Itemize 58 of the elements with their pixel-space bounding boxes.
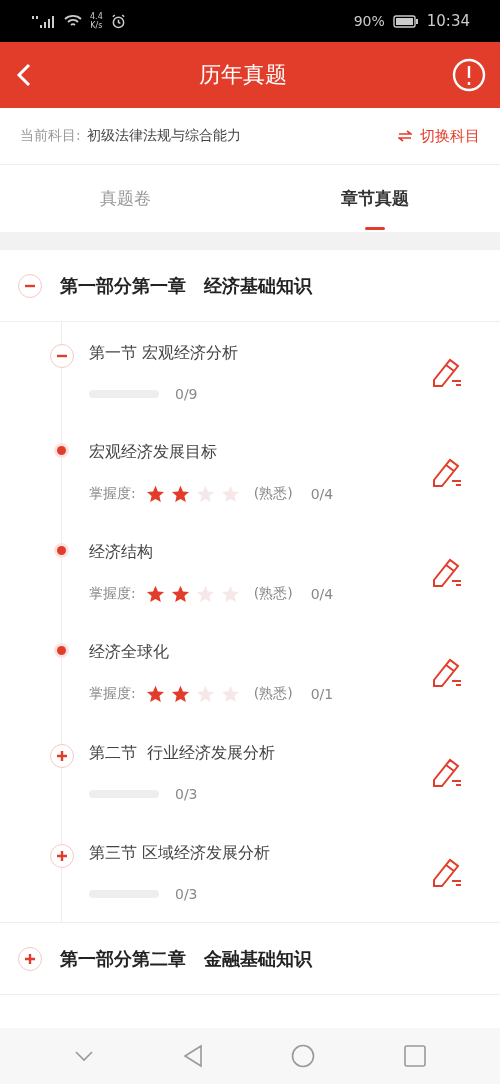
tab-indicator: [365, 227, 385, 230]
switch-subject-button[interactable]: 切换科目: [398, 126, 480, 146]
bullet-dot: [57, 446, 66, 455]
pencil-icon[interactable]: [430, 456, 464, 488]
expand-icon[interactable]: [50, 744, 74, 768]
question-count: 0/1: [310, 685, 334, 702]
star-icon: [170, 584, 190, 603]
pencil-icon[interactable]: [430, 856, 464, 888]
signal-icon: [30, 14, 56, 28]
section-title[interactable]: 第三节 区域经济发展分析: [89, 842, 430, 864]
pencil-icon[interactable]: [430, 556, 464, 588]
question-count: 0/4: [310, 585, 334, 602]
mastery-label: 掌握度:: [89, 484, 136, 503]
section-title[interactable]: 第一节 宏观经济分析: [89, 342, 430, 364]
chapter-title[interactable]: 第一部分第二章 金融基础知识: [60, 946, 312, 971]
question-count: 0/3: [175, 885, 198, 902]
star-icon: [145, 584, 165, 603]
battery-icon: [392, 14, 419, 28]
star-icon: [170, 484, 190, 503]
collapse-icon[interactable]: [18, 273, 42, 298]
star-icon: [145, 684, 165, 703]
mastery-text: (熟悉): [253, 484, 293, 503]
clock-time: 10:34: [426, 12, 470, 30]
subject-value: 初级法律法规与综合能力: [86, 127, 242, 145]
hide-icon[interactable]: [74, 1050, 95, 1062]
question-count: 0/3: [175, 785, 198, 802]
pencil-icon[interactable]: [430, 756, 464, 788]
subject-label: 当前科目:: [20, 127, 81, 145]
topic-title[interactable]: 宏观经济发展目标: [89, 441, 430, 463]
star-icon: [170, 684, 190, 703]
topic-title[interactable]: 经济全球化: [89, 641, 430, 663]
wifi-icon: [64, 14, 82, 28]
expand-icon[interactable]: [18, 946, 42, 971]
alarm-icon: [110, 13, 126, 29]
question-count: 0/4: [310, 485, 334, 502]
page-title: 历年真题: [199, 61, 287, 89]
question-count: 0/9: [175, 385, 198, 402]
info-icon[interactable]: [452, 58, 486, 92]
pencil-icon[interactable]: [430, 656, 464, 688]
topic-title[interactable]: 经济结构: [89, 541, 430, 563]
swap-icon: [398, 130, 412, 142]
collapse-icon[interactable]: [50, 344, 74, 368]
chapter-title[interactable]: 第一部分第一章 经济基础知识: [60, 273, 312, 298]
recent-apps-icon[interactable]: [403, 1045, 426, 1067]
bullet-dot: [57, 546, 66, 555]
mastery-text: (熟悉): [253, 584, 293, 603]
pencil-icon[interactable]: [430, 356, 464, 388]
mastery-label: 掌握度:: [89, 684, 136, 703]
home-icon[interactable]: [291, 1044, 316, 1068]
bullet-dot: [57, 646, 66, 655]
expand-icon[interactable]: [50, 844, 74, 868]
back-nav-icon[interactable]: [182, 1044, 203, 1068]
network-speed: 4.4 K/s: [90, 12, 103, 30]
battery-percent: 90%: [353, 13, 385, 29]
star-icon: [145, 484, 165, 503]
mastery-text: (熟悉): [253, 684, 293, 703]
section-title[interactable]: 第二节 行业经济发展分析: [89, 742, 430, 764]
mastery-label: 掌握度:: [89, 584, 136, 603]
